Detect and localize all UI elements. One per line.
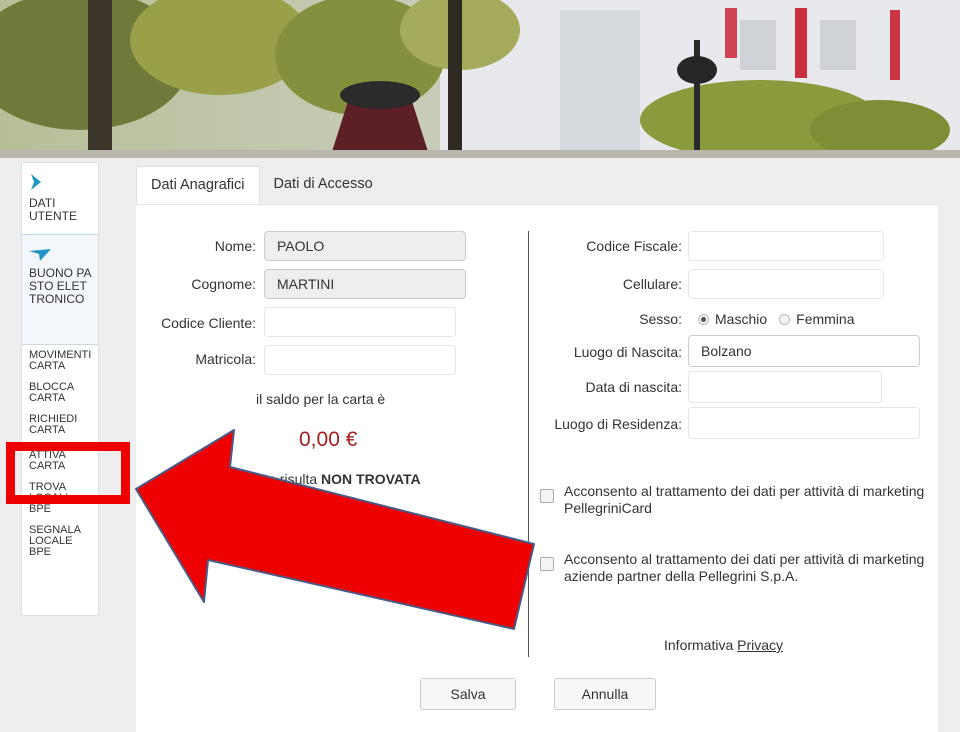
chevron-down-icon (29, 249, 51, 261)
nome-label: Nome: (214, 238, 256, 254)
header-banner-photo (0, 0, 960, 158)
radio-maschio[interactable] (698, 313, 709, 325)
luogo-nascita-field[interactable] (688, 335, 920, 367)
luogo-residenza-field[interactable] (688, 407, 920, 439)
data-nascita-field[interactable] (688, 371, 882, 403)
tab-dati-accesso[interactable]: Dati di Accesso (260, 166, 387, 204)
saldo-text: il saldo per la carta è (256, 391, 386, 407)
privacy-info: Informativa Privacy (664, 637, 783, 653)
annotation-highlight-box (6, 442, 130, 504)
cellulare-field[interactable] (688, 269, 884, 299)
codice-cliente-label: Codice Cliente: (161, 315, 256, 331)
sidebar-section-dati-utente[interactable]: DATI UTENTE (22, 163, 98, 235)
cancel-button[interactable]: Annulla (554, 678, 656, 710)
matricola-field[interactable] (264, 345, 456, 375)
cognome-label: Cognome: (191, 276, 256, 292)
privacy-prefix: Informativa (664, 637, 738, 653)
sidebar-section-label: BUONO PASTO ELETTRONICO (29, 266, 92, 306)
consent-marketing-pellegrinicard: Acconsento al trattamento dei dati per a… (540, 483, 930, 517)
sesso-label: Sesso: (639, 311, 682, 327)
matricola-label: Matricola: (195, 351, 256, 367)
sesso-radio-group: Maschio Femmina (698, 311, 867, 327)
tab-bar: Dati Anagrafici Dati di Accesso (136, 166, 387, 204)
sidebar-item-richiedi-carta[interactable]: RICHIEDI CARTA (29, 409, 98, 441)
data-nascita-label: Data di nascita: (585, 379, 683, 395)
luogo-nascita-label: Luogo di Nascita: (573, 344, 682, 360)
privacy-link[interactable]: Privacy (737, 637, 783, 653)
chevron-right-icon (31, 174, 41, 190)
tab-dati-anagrafici[interactable]: Dati Anagrafici (136, 166, 260, 204)
annotation-arrow-icon (135, 429, 535, 630)
sidebar-section-label: DATI UTENTE (29, 196, 77, 223)
luogo-residenza-label: Luogo di Residenza: (554, 416, 682, 432)
consent-text-2: Acconsento al trattamento dei dati per a… (564, 551, 925, 584)
sidebar-menu: DATI UTENTE BUONO PASTO ELETTRONICO MOVI… (21, 162, 99, 616)
sidebar-item-segnala-locale-bpe[interactable]: SEGNALA LOCALE BPE (29, 520, 98, 563)
sidebar-item-blocca-carta[interactable]: BLOCCA CARTA (29, 377, 98, 409)
cellulare-label: Cellulare: (622, 276, 682, 292)
codice-fiscale-label: Codice Fiscale: (586, 238, 682, 254)
consent-text-1: Acconsento al trattamento dei dati per a… (564, 483, 925, 516)
cognome-field[interactable] (264, 269, 466, 299)
radio-femmina-label: Femmina (796, 311, 855, 327)
sidebar-item-movimenti-carta[interactable]: MOVIMENTI CARTA (29, 345, 98, 377)
sidebar-section-buono-pasto[interactable]: BUONO PASTO ELETTRONICO (22, 235, 98, 345)
codice-fiscale-field[interactable] (688, 231, 884, 261)
codice-cliente-field[interactable] (264, 307, 456, 337)
radio-femmina[interactable] (779, 313, 791, 325)
consent-marketing-partner: Acconsento al trattamento dei dati per a… (540, 551, 930, 585)
radio-maschio-label: Maschio (715, 311, 768, 327)
save-button[interactable]: Salva (420, 678, 516, 710)
nome-field[interactable] (264, 231, 466, 261)
